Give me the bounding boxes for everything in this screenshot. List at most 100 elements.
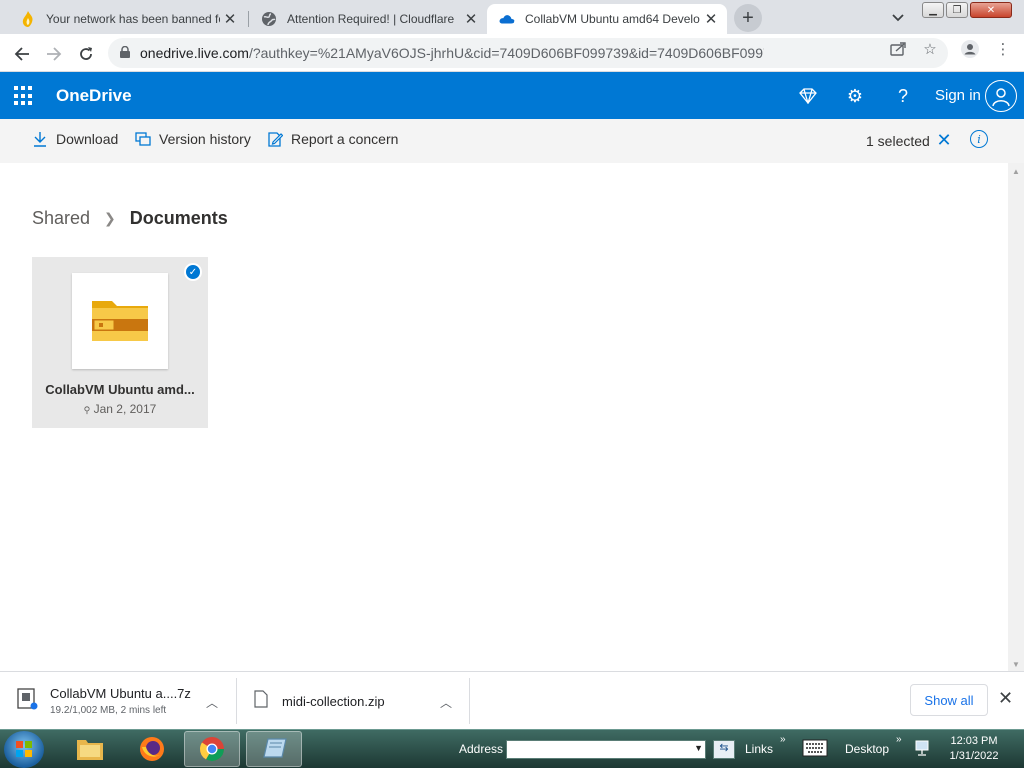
file-date: Jan 2, 2017 [93,402,157,416]
onedrive-header: OneDrive ⚙ ? Sign in [0,72,1024,119]
file-page-icon [254,689,268,713]
download-filename: CollabVM Ubuntu a....7z [50,686,191,701]
download-label: Download [56,131,119,147]
new-tab-button[interactable]: + [734,4,762,32]
go-arrows-icon[interactable]: ⇆ [713,740,735,759]
chevron-right-icon[interactable]: » [780,734,786,745]
account-avatar-icon[interactable] [985,80,1017,112]
tab-search-chevron-icon[interactable] [886,6,910,30]
help-question-icon[interactable]: ? [891,84,915,108]
bookmark-star-icon[interactable]: ☆ [920,39,940,59]
chevron-right-icon: ❯ [104,210,116,226]
sign-in-link[interactable]: Sign in [935,87,981,104]
tab-banned-network[interactable]: Your network has been banned fo ✕ [8,4,246,34]
close-icon[interactable]: ✕ [701,9,721,29]
info-pane-icon[interactable]: i [970,130,988,148]
close-icon[interactable]: ✕ [220,9,240,29]
selection-count: 1 selected [866,133,930,149]
taskbar-address-input[interactable]: ▼ [506,740,706,759]
desktop-toolbar-label[interactable]: Desktop [845,742,889,756]
chevron-up-icon[interactable]: ︿ [206,694,218,711]
scroll-up-icon[interactable]: ▲ [1012,167,1020,176]
report-concern-label: Report a concern [291,131,399,147]
download-item-collabvm[interactable]: CollabVM Ubuntu a....7z 19.2/1,002 MB, 2… [16,678,226,724]
windows-start-orb-icon[interactable] [4,731,44,768]
download-filename: midi-collection.zip [282,693,385,709]
address-toolbar-label: Address [459,742,504,756]
download-shelf: CollabVM Ubuntu a....7z 19.2/1,002 MB, 2… [0,671,1024,729]
globe-icon [261,11,277,27]
reload-icon[interactable] [72,40,100,68]
download-text: CollabVM Ubuntu a....7z 19.2/1,002 MB, 2… [50,686,191,716]
selected-checkmark-icon[interactable]: ✓ [184,263,202,281]
forward-arrow-icon[interactable] [40,40,68,68]
windows-taskbar: Address ▼ ⇆ Links » Desktop » 12:03 PM 1… [0,729,1024,768]
download-arrow-icon [32,131,48,147]
minimize-icon[interactable]: ▁ [922,2,944,18]
breadcrumb-documents: Documents [129,208,228,228]
fire-icon [20,11,36,27]
command-bar: Download Version history Report a concer… [0,119,1024,163]
dropdown-arrow-icon[interactable]: ▼ [694,743,703,753]
shared-person-icon: ⚲ [83,405,91,415]
links-toolbar-label[interactable]: Links [745,742,773,756]
browser-tab-strip: Your network has been banned fo ✕ Attent… [0,0,1024,34]
clock-time: 12:03 PM [950,735,998,747]
download-status: 19.2/1,002 MB, 2 mins left [50,705,167,716]
file-name: CollabVM Ubuntu amd... [45,382,195,397]
firefox-icon[interactable] [124,731,180,767]
breadcrumb: Shared ❯ Documents [32,208,228,229]
files-content-area: Shared ❯ Documents ✓ CollabVM Ubuntu amd… [0,163,1008,671]
premium-diamond-icon[interactable] [796,84,820,108]
app-window-icon[interactable] [246,731,302,767]
close-shelf-icon[interactable]: ✕ [998,688,1013,709]
network-tray-icon[interactable] [914,739,932,760]
download-item-midi[interactable]: midi-collection.zip ︿ [254,678,460,724]
window-close-icon[interactable]: ✕ [970,2,1012,18]
breadcrumb-shared[interactable]: Shared [32,208,90,229]
clock-date: 1/31/2022 [949,750,999,762]
onedrive-cloud-icon [499,11,515,27]
tab-title: CollabVM Ubuntu amd64 Develo [525,12,700,26]
window-controls: ▁ ❐ ✕ [922,2,1012,18]
report-flag-icon [267,131,283,147]
app-launcher-icon[interactable] [14,86,34,106]
onedrive-brand[interactable]: OneDrive [56,86,132,106]
chrome-icon[interactable] [184,731,240,767]
page-scrollbar[interactable]: ▲ ▼ [1008,163,1024,671]
profile-icon[interactable] [960,39,980,59]
url-text: onedrive.live.com/?authkey=%21AMyaV6OJS-… [140,45,764,61]
back-arrow-icon[interactable] [8,40,36,68]
browser-toolbar: onedrive.live.com/?authkey=%21AMyaV6OJS-… [0,34,1024,72]
keyboard-icon[interactable] [802,739,828,760]
address-bar[interactable]: onedrive.live.com/?authkey=%21AMyaV6OJS-… [108,38,948,68]
tab-cloudflare[interactable]: Attention Required! | Cloudflare ✕ [249,4,487,34]
file-tile[interactable]: ✓ CollabVM Ubuntu amd... ⚲ Jan 2, 2017 [32,257,208,428]
version-history-icon [135,132,151,146]
download-divider [236,678,237,724]
version-history-button[interactable]: Version history [135,131,251,147]
file-explorer-icon[interactable] [62,731,118,767]
report-concern-button[interactable]: Report a concern [267,131,398,147]
restore-icon[interactable]: ❐ [946,2,968,18]
show-all-downloads-button[interactable]: Show all [910,684,988,716]
tab-title: Your network has been banned fo [46,12,220,26]
version-history-label: Version history [159,131,251,147]
scroll-down-icon[interactable]: ▼ [1012,660,1020,669]
chevron-up-icon[interactable]: ︿ [440,694,452,711]
file-thumbnail [72,273,168,369]
url-path: /?authkey=%21AMyaV6OJS-jhrhU&cid=7409D60… [248,45,764,61]
download-file-icon [16,687,38,715]
tab-title: Attention Required! | Cloudflare [287,12,455,26]
lock-icon [120,45,130,61]
settings-gear-icon[interactable]: ⚙ [843,84,867,108]
tray-clock[interactable]: 12:03 PM 1/31/2022 [944,734,1004,764]
download-button[interactable]: Download [32,131,118,147]
chevron-right-icon[interactable]: » [896,734,902,745]
menu-kebab-icon[interactable]: ⋮ [993,39,1013,59]
share-icon[interactable] [888,39,908,59]
archive-folder-icon [92,301,148,341]
close-icon[interactable]: ✕ [461,9,481,29]
clear-selection-close-icon[interactable]: ✕ [934,129,954,151]
tab-collabvm-onedrive[interactable]: CollabVM Ubuntu amd64 Develo ✕ [487,4,727,34]
